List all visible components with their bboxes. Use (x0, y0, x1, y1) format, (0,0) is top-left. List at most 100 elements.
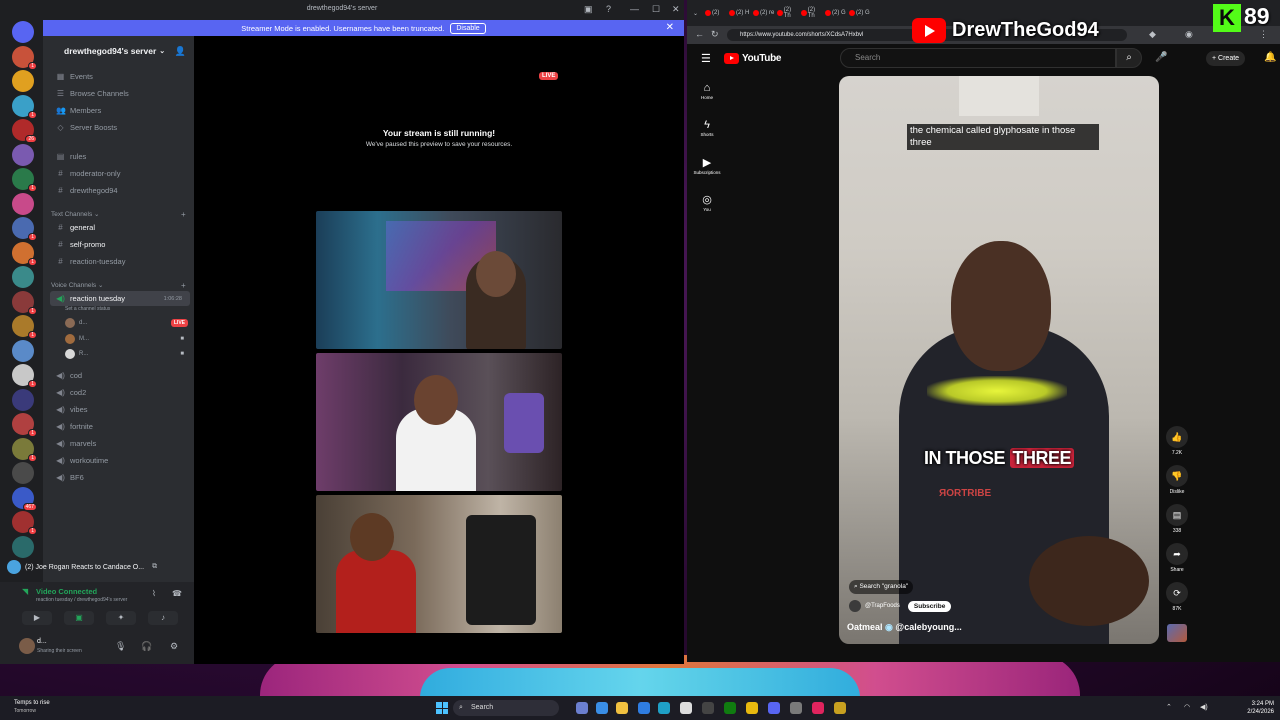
camera-button[interactable]: ▶ (22, 611, 52, 625)
discord-icon[interactable] (768, 702, 780, 714)
popout-icon[interactable]: ⧉ (152, 563, 157, 571)
server-icon[interactable]: 1 (12, 168, 37, 192)
channel-rules[interactable]: ▤ rules (50, 149, 190, 164)
channel-general[interactable]: # general (50, 220, 190, 235)
widgets-icon[interactable] (596, 702, 608, 714)
participant-video-tile[interactable] (316, 495, 562, 633)
noise-suppression-icon[interactable]: ⌇ (152, 589, 156, 598)
voice-user[interactable]: d... LIVE (65, 316, 190, 330)
browser-tab[interactable]: (2) re (753, 8, 775, 18)
server-icon[interactable]: 1 (12, 315, 37, 339)
mic-icon[interactable]: 🎙 (115, 641, 126, 652)
clock[interactable]: 3:24 PM 2/24/2026 (1240, 700, 1274, 716)
settings-icon[interactable] (702, 702, 714, 714)
channel-drewthegod94[interactable]: # drewthegod94 (50, 183, 190, 198)
minimize-icon[interactable]: — (630, 4, 639, 14)
participant-video-tile[interactable] (316, 353, 562, 491)
activities-button[interactable]: ✦ (106, 611, 136, 625)
search-suggestion-chip[interactable]: ⌕ Search "granola" (849, 580, 914, 594)
browser-tab[interactable]: (2) Th (777, 7, 799, 19)
voice-channel-reaction-tuesday[interactable]: ◀) reaction tuesday 1:06:28 (50, 291, 190, 306)
chrome-icon[interactable] (746, 702, 758, 714)
channel-name[interactable]: @TrapFoods (865, 603, 900, 609)
menu-events[interactable]: ▦ Events (50, 69, 190, 84)
share-button[interactable]: ➦ Share (1165, 543, 1189, 573)
shorts-video[interactable]: ЯORTRIBE the chemical called glyphosate … (839, 76, 1159, 644)
invite-icon[interactable]: 👤 (175, 46, 186, 57)
add-voice-channel-icon[interactable]: + (181, 281, 186, 290)
profile-icon[interactable]: ◉ (1185, 29, 1193, 40)
app-icon[interactable] (680, 702, 692, 714)
browser-tab[interactable]: (2) (705, 8, 727, 18)
voice-channel-vibes[interactable]: ◀) vibes (50, 402, 190, 417)
store-icon[interactable] (658, 702, 670, 714)
video-title[interactable]: Oatmeal ◉ @calebyoung... (847, 622, 962, 633)
server-icon[interactable]: 1 (12, 94, 37, 119)
server-icon[interactable]: 1 (12, 437, 37, 462)
search-input[interactable]: Search (840, 48, 1116, 68)
channel-moderator-only[interactable]: # moderator-only (50, 166, 190, 181)
app-icon[interactable] (834, 702, 846, 714)
server-icon[interactable] (12, 339, 34, 362)
headphones-icon[interactable]: 🎧 (141, 641, 152, 652)
browser-tab[interactable]: (2) G (825, 8, 847, 18)
nav-shorts[interactable]: ϟ Shorts (687, 119, 727, 137)
file-explorer-icon[interactable] (616, 702, 628, 714)
server-icon[interactable]: 467 (12, 486, 37, 511)
server-icon[interactable]: 1 (12, 364, 37, 388)
server-icon[interactable] (12, 143, 34, 166)
youtube-logo[interactable]: YouTube (724, 53, 782, 64)
chevron-up-icon[interactable]: ⌃ (1166, 703, 1172, 711)
sound-thumbnail[interactable] (1167, 624, 1187, 642)
gear-icon[interactable]: ⚙ (170, 641, 178, 652)
channel-avatar[interactable] (849, 600, 861, 612)
voice-channel-cod[interactable]: ◀) cod (50, 368, 190, 383)
server-icon[interactable]: 1 (12, 241, 37, 266)
like-button[interactable]: 👍 7.2K (1165, 426, 1189, 456)
notification-icon[interactable]: 🔔 (1264, 52, 1276, 63)
disconnect-icon[interactable]: ☎ (172, 589, 182, 598)
remix-button[interactable]: ⟳ 87K (1165, 582, 1189, 612)
avatar[interactable] (19, 638, 35, 654)
help-icon[interactable]: ? (606, 4, 611, 14)
browser-tab[interactable]: (2) H (729, 8, 751, 18)
xbox-icon[interactable] (724, 702, 736, 714)
add-channel-icon[interactable]: + (181, 210, 186, 219)
server-icon[interactable]: 26 (12, 119, 37, 143)
browser-tab[interactable]: (2) G (849, 8, 871, 18)
extension-icon[interactable]: ◆ (1149, 29, 1156, 40)
nav-you[interactable]: ◎ You (687, 193, 727, 212)
nav-subscriptions[interactable]: ▶ Subscriptions (687, 156, 727, 175)
maximize-icon[interactable]: ☐ (652, 4, 660, 15)
disable-button[interactable]: Disable (450, 22, 486, 34)
server-icon[interactable] (12, 388, 34, 411)
voice-channel-fortnite[interactable]: ◀) fortnite (50, 419, 190, 434)
server-icon[interactable] (12, 192, 34, 215)
voice-search-icon[interactable]: 🎤 (1155, 52, 1167, 63)
app-icon[interactable] (812, 702, 824, 714)
menu-icon[interactable]: ⋮ (1259, 29, 1268, 40)
inbox-icon[interactable]: ▣ (584, 4, 593, 15)
server-icon[interactable]: 1 (12, 413, 37, 437)
back-icon[interactable]: ← (695, 29, 704, 39)
server-icon[interactable]: 1 (12, 290, 37, 315)
task-view-icon[interactable] (576, 702, 588, 714)
server-icon[interactable] (12, 462, 34, 484)
search-button[interactable]: ⌕ (1116, 48, 1142, 68)
create-button[interactable]: + Create (1206, 51, 1246, 66)
voice-user[interactable]: R... ■ (65, 347, 190, 361)
banner-close-icon[interactable]: ✕ (666, 22, 674, 33)
voice-status-title[interactable]: Video Connected (36, 587, 97, 596)
menu-server-boosts[interactable]: ◇ Server Boosts (50, 120, 190, 135)
reload-icon[interactable]: ↻ (711, 29, 719, 40)
server-icon[interactable] (12, 266, 34, 288)
server-header[interactable]: drewthegod94's server ⌄ 👤 (43, 40, 194, 62)
weather-widget[interactable]: Temps to rise Tomorrow (14, 699, 50, 715)
menu-members[interactable]: 👥 Members (50, 103, 190, 118)
voice-channel-bf6[interactable]: ◀) BF6 (50, 470, 190, 485)
edge-icon[interactable] (638, 702, 650, 714)
server-icon[interactable]: 1 (12, 511, 37, 535)
dislike-button[interactable]: 👎 Dislike (1165, 465, 1189, 495)
obs-icon[interactable] (790, 702, 802, 714)
server-icon[interactable] (12, 535, 34, 558)
